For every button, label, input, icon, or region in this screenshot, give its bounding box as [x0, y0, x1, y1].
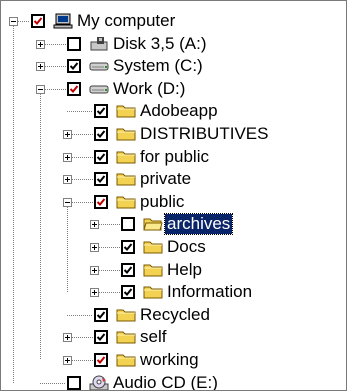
tree-drive-row[interactable]: System (C:) — [1, 55, 346, 77]
tree-folder-row[interactable]: private — [1, 168, 346, 190]
tree-item-label[interactable]: self — [138, 327, 168, 347]
checkbox-checked[interactable] — [94, 171, 108, 186]
check-mark-icon — [69, 85, 79, 93]
check-mark-icon — [123, 288, 133, 296]
tree-folder-row[interactable]: working — [1, 349, 346, 371]
tree-item-label[interactable]: Disk 3,5 (A:) — [111, 34, 209, 54]
collapse-icon[interactable] — [63, 197, 72, 207]
expand-icon[interactable] — [36, 39, 45, 49]
checkbox-checked[interactable] — [94, 149, 108, 164]
checkbox-partial[interactable] — [31, 14, 45, 28]
tree-item-label[interactable]: archives — [163, 213, 234, 236]
tree-item-label[interactable]: System (C:) — [111, 56, 205, 76]
folder-icon — [116, 103, 136, 119]
hard-drive-icon — [89, 81, 109, 97]
check-mark-icon — [123, 266, 133, 274]
tree-item-label[interactable]: public — [138, 192, 186, 212]
folder-icon — [116, 329, 136, 345]
tree-item-label[interactable]: My computer — [75, 11, 177, 31]
checkbox-checked[interactable] — [94, 329, 108, 344]
tree-item-label[interactable]: Work (D:) — [111, 79, 187, 99]
checkbox-checked[interactable] — [121, 240, 135, 254]
expand-icon[interactable] — [36, 61, 45, 71]
folder-tree[interactable]: My computer Disk 3,5 (A:) System (C:) Work … — [0, 0, 347, 391]
check-mark-icon — [33, 17, 43, 25]
tree-folder-row[interactable]: for public — [1, 146, 346, 168]
checkbox-none[interactable] — [67, 36, 81, 51]
computer-icon — [53, 13, 73, 29]
expand-icon[interactable] — [63, 130, 72, 139]
checkbox-checked[interactable] — [94, 307, 108, 322]
check-mark-icon — [96, 311, 106, 319]
tree-folder-row[interactable]: public — [1, 191, 346, 213]
expand-icon[interactable] — [63, 356, 72, 365]
tree-item-label[interactable]: Recycled — [138, 305, 212, 325]
hard-drive-icon — [89, 58, 109, 74]
check-mark-icon — [123, 243, 133, 251]
tree-folder-row[interactable]: Adobeapp — [1, 100, 346, 122]
checkbox-checked[interactable] — [121, 262, 135, 277]
checkbox-checked[interactable] — [121, 284, 135, 299]
expand-icon[interactable] — [63, 174, 72, 184]
folder-open-icon — [143, 216, 163, 232]
tree-drive-row[interactable]: Disk 3,5 (A:) — [1, 33, 346, 55]
tree-root-row[interactable]: My computer — [1, 10, 346, 32]
tree-folder-row[interactable]: Recycled — [1, 304, 346, 326]
check-mark-icon — [96, 356, 106, 364]
tree-item-label[interactable]: private — [138, 169, 193, 189]
tree-item-label[interactable]: Audio CD (E:) — [111, 373, 220, 390]
tree-item-label[interactable]: DISTRIBUTIVES — [138, 124, 270, 144]
checkbox-checked[interactable] — [94, 127, 108, 141]
folder-icon — [116, 126, 136, 142]
check-mark-icon — [96, 107, 106, 115]
expand-icon[interactable] — [63, 152, 72, 162]
tree-folder-row[interactable]: Help — [1, 259, 346, 281]
tree-item-label[interactable]: Docs — [165, 237, 208, 257]
folder-icon — [143, 239, 163, 255]
check-mark-icon — [96, 175, 106, 183]
folder-icon — [116, 194, 136, 210]
checkbox-checked[interactable] — [67, 58, 81, 73]
tree-drive-row[interactable]: Work (D:) — [1, 78, 346, 100]
cd-drive-icon — [89, 375, 109, 390]
tree-drive-row[interactable]: Audio CD (E:) — [1, 372, 346, 390]
tree-folder-row[interactable]: DISTRIBUTIVES — [1, 123, 346, 145]
checkbox-partial[interactable] — [94, 194, 108, 209]
expand-icon[interactable] — [63, 332, 72, 342]
tree-folder-row[interactable]: Information — [1, 281, 346, 303]
checkbox-checked[interactable] — [94, 103, 108, 118]
collapse-icon[interactable] — [9, 17, 18, 26]
folder-icon — [143, 262, 163, 278]
tree-item-label[interactable]: working — [138, 350, 201, 370]
folder-icon — [116, 171, 136, 187]
tree-item-label[interactable]: Information — [165, 282, 254, 302]
check-mark-icon — [96, 153, 106, 161]
folder-icon — [116, 307, 136, 323]
checkbox-partial[interactable] — [67, 81, 81, 96]
expand-icon[interactable] — [90, 287, 99, 297]
check-mark-icon — [96, 333, 106, 341]
tree-folder-row[interactable]: archives — [1, 213, 346, 236]
folder-icon — [116, 352, 136, 368]
tree-item-label[interactable]: Help — [165, 260, 204, 280]
check-mark-icon — [96, 198, 106, 206]
tree-folder-row[interactable]: self — [1, 326, 346, 348]
collapse-icon[interactable] — [36, 84, 45, 94]
tree-item-label[interactable]: Adobeapp — [138, 101, 220, 121]
floppy-drive-icon — [89, 36, 109, 52]
checkbox-partial[interactable] — [94, 353, 108, 367]
checkbox-none[interactable] — [121, 216, 135, 231]
check-mark-icon — [69, 62, 79, 70]
expand-icon[interactable] — [90, 265, 99, 275]
tree-item-label[interactable]: for public — [138, 147, 211, 167]
tree-folder-row[interactable]: Docs — [1, 236, 346, 258]
folder-icon — [116, 149, 136, 165]
expand-icon[interactable] — [90, 219, 99, 229]
checkbox-none[interactable] — [67, 375, 81, 390]
expand-icon[interactable] — [90, 243, 99, 252]
folder-icon — [143, 284, 163, 300]
check-mark-icon — [96, 130, 106, 138]
